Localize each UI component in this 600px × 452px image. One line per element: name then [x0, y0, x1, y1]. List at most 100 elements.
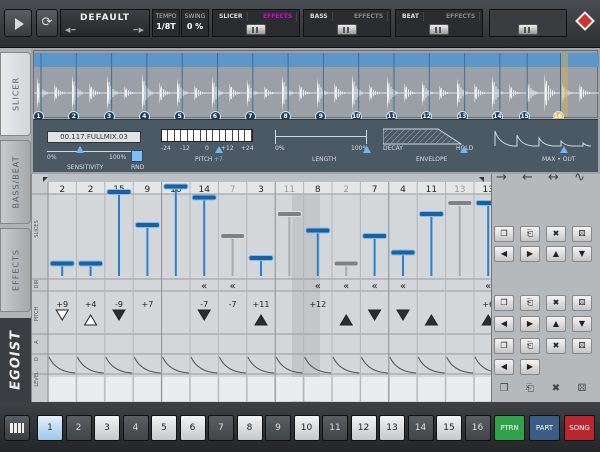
- waveform-display[interactable]: [33, 50, 599, 118]
- pitch-right-button[interactable]: ▶: [520, 316, 540, 332]
- tempo-control[interactable]: TEMPO 1/8T: [152, 9, 180, 37]
- sample-file-selector[interactable]: 00.117.FULLMIX.03: [47, 131, 141, 143]
- slicer-module[interactable]: SLICER EFFECTS: [212, 9, 300, 37]
- step-button-5[interactable]: 5: [151, 415, 177, 441]
- step-button-2[interactable]: 2: [65, 415, 92, 441]
- copy-slices-button[interactable]: ❐: [494, 226, 514, 242]
- tab-bass-beat[interactable]: BASS/BEAT: [0, 140, 31, 224]
- bass-toggle[interactable]: [337, 24, 357, 35]
- level-cell[interactable]: [446, 377, 473, 401]
- pitch-handle[interactable]: [215, 146, 223, 153]
- slice-bar-handle[interactable]: [362, 233, 388, 239]
- step-button-14[interactable]: 14: [407, 415, 434, 441]
- step-button-4[interactable]: 4: [122, 415, 149, 441]
- slice-bar-handle[interactable]: [78, 260, 104, 267]
- slice-bar-handle[interactable]: [390, 249, 416, 256]
- step-button-8[interactable]: 8: [236, 415, 263, 441]
- slices-left-button[interactable]: ◀: [494, 246, 514, 262]
- random-level-button[interactable]: ⚄: [572, 382, 592, 398]
- sensitivity-slider[interactable]: [47, 151, 141, 152]
- paste-env-button[interactable]: ⎗: [520, 338, 540, 354]
- step-button-12[interactable]: 12: [350, 415, 377, 441]
- copy-level-button[interactable]: ❐: [494, 382, 514, 398]
- slice-bar-handle[interactable]: [447, 200, 473, 206]
- pitch-up-button[interactable]: ▲: [546, 316, 566, 332]
- tab-slicer[interactable]: SLICER: [0, 52, 31, 136]
- reverse-arrow-icon[interactable]: «: [372, 281, 378, 292]
- level-cell[interactable]: [247, 377, 275, 401]
- keyboard-button[interactable]: [4, 415, 30, 441]
- reverse-arrow-icon[interactable]: «: [315, 281, 321, 292]
- preset-selector[interactable]: DEFAULT ◀━ ━▶: [60, 9, 150, 37]
- pitch-down-button[interactable]: ▼: [572, 316, 592, 332]
- paste-pitch-button[interactable]: ⎗: [520, 295, 540, 311]
- sensitivity-handle[interactable]: [76, 146, 84, 153]
- master-toggle[interactable]: [518, 24, 538, 35]
- play-button[interactable]: [4, 9, 32, 37]
- step-button-11[interactable]: 11: [322, 415, 348, 441]
- slice-bar-handle[interactable]: [191, 194, 217, 201]
- song-mode-button[interactable]: SONG: [564, 415, 595, 441]
- level-cell[interactable]: [333, 377, 360, 401]
- level-cell[interactable]: [304, 377, 331, 401]
- level-cell[interactable]: [134, 377, 161, 401]
- swing-control[interactable]: SWING 0 %: [181, 9, 209, 37]
- paste-slices-button[interactable]: ⎗: [520, 226, 540, 242]
- env-left-button[interactable]: ◀: [494, 359, 514, 375]
- pitch-keyboard[interactable]: [161, 129, 253, 142]
- next-preset-icon[interactable]: ━▶: [133, 26, 145, 34]
- direction-forward-icon[interactable]: →: [496, 170, 507, 185]
- clear-level-button[interactable]: ✖: [546, 382, 566, 398]
- slices-right-button[interactable]: ▶: [520, 246, 540, 262]
- random-env-button[interactable]: ⚄: [572, 338, 592, 354]
- slice-bar-handle[interactable]: [475, 200, 501, 206]
- slice-bar-handle[interactable]: [163, 183, 189, 190]
- slice-bar-handle[interactable]: [220, 233, 246, 239]
- app-logo-icon[interactable]: [575, 11, 595, 31]
- slicer-toggle[interactable]: [246, 24, 266, 35]
- beat-module[interactable]: BEAT EFFECTS: [395, 9, 483, 37]
- level-cell[interactable]: [418, 377, 445, 401]
- reverse-arrow-icon[interactable]: «: [400, 281, 406, 292]
- level-cell[interactable]: [219, 377, 246, 401]
- level-cell[interactable]: [475, 377, 502, 401]
- prev-preset-icon[interactable]: ◀━: [65, 26, 77, 34]
- step-button-7[interactable]: 7: [208, 415, 234, 441]
- clear-env-button[interactable]: ✖: [546, 338, 566, 354]
- slice-bar-handle[interactable]: [49, 260, 75, 267]
- slice-bar-handle[interactable]: [248, 255, 274, 261]
- step-button-3[interactable]: 3: [94, 415, 120, 441]
- slice-bar-handle[interactable]: [134, 222, 160, 228]
- level-cell[interactable]: [361, 377, 388, 401]
- step-button-15[interactable]: 15: [436, 415, 462, 441]
- max-out-graph[interactable]: [493, 128, 593, 148]
- step-button-13[interactable]: 13: [379, 415, 405, 441]
- step-button-6[interactable]: 6: [179, 415, 206, 441]
- length-handle[interactable]: [363, 146, 371, 153]
- pattern-mode-button[interactable]: PTRN: [494, 415, 525, 441]
- pitch-left-button[interactable]: ◀: [494, 316, 514, 332]
- step-button-16[interactable]: 16: [464, 415, 491, 441]
- hold-handle[interactable]: [460, 146, 468, 153]
- loop-button[interactable]: ⟳: [36, 9, 58, 37]
- clear-pitch-button[interactable]: ✖: [546, 295, 566, 311]
- level-cell[interactable]: [105, 377, 133, 401]
- step-button-10[interactable]: 10: [293, 415, 320, 441]
- random-pitch-button[interactable]: ⚄: [572, 295, 592, 311]
- level-cell[interactable]: [49, 377, 76, 401]
- level-cell[interactable]: [162, 377, 189, 401]
- reverse-arrow-icon[interactable]: «: [230, 281, 236, 292]
- level-cell[interactable]: [77, 377, 104, 401]
- slice-bar-handle[interactable]: [418, 211, 444, 217]
- slice-bar-handle[interactable]: [106, 189, 132, 195]
- clear-slices-button[interactable]: ✖: [546, 226, 566, 242]
- env-right-button[interactable]: ▶: [520, 359, 540, 375]
- part-mode-button[interactable]: PART: [529, 415, 560, 441]
- reverse-arrow-icon[interactable]: «: [201, 281, 207, 292]
- step-button-9[interactable]: 9: [265, 415, 291, 441]
- level-cell[interactable]: [191, 377, 218, 401]
- level-cell[interactable]: [389, 377, 417, 401]
- slices-up-button[interactable]: ▲: [546, 246, 566, 262]
- maxout-handle[interactable]: [560, 146, 568, 153]
- random-slices-button[interactable]: ⚄: [572, 226, 592, 242]
